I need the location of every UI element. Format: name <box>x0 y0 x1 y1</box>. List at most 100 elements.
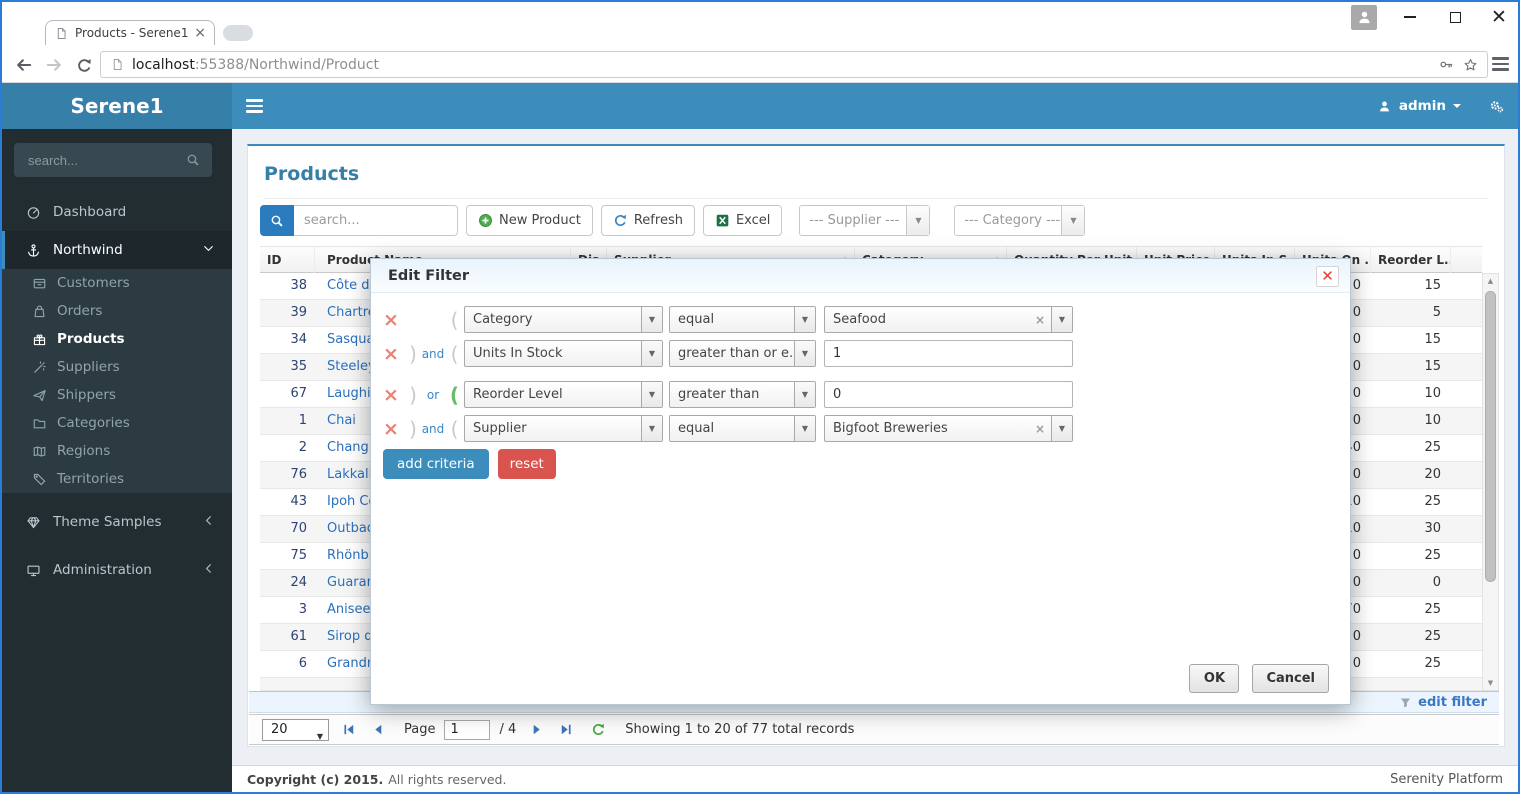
column-header-id[interactable]: ID <box>260 247 315 273</box>
sidebar-item-label: Orders <box>57 303 103 319</box>
remove-criteria-icon[interactable]: × <box>383 343 407 365</box>
dialog-header[interactable]: Edit Filter <box>371 259 1350 293</box>
criteria-field-select[interactable]: Units In Stock ▼ <box>464 340 663 367</box>
sidebar-item-label: Categories <box>57 415 130 431</box>
previous-page-button[interactable] <box>369 721 387 739</box>
browser-menu-icon[interactable] <box>1492 57 1509 71</box>
forward-button[interactable] <box>42 53 66 77</box>
browser-profile-icon[interactable] <box>1351 5 1377 30</box>
bookmark-star-icon[interactable] <box>1463 57 1478 72</box>
scrollbar-thumb[interactable] <box>1485 291 1496 582</box>
dropdown-arrow-icon: ▼ <box>641 382 662 407</box>
criteria-operator-select[interactable]: equal ▼ <box>669 306 816 333</box>
cancel-button[interactable]: Cancel <box>1252 664 1329 693</box>
cell-id: 43 <box>290 494 307 509</box>
browser-tab[interactable]: Products - Serene1 × <box>45 20 215 45</box>
cell-id: 1 <box>298 413 307 428</box>
remove-criteria-icon[interactable]: × <box>383 309 407 331</box>
user-icon <box>1377 99 1392 114</box>
dialog-close-icon[interactable]: ✕ <box>1316 266 1339 287</box>
tab-close-icon[interactable]: × <box>194 26 206 40</box>
sidebar-item-regions[interactable]: Regions <box>2 437 232 465</box>
vertical-scrollbar[interactable]: ▲ ▼ <box>1482 273 1499 691</box>
remove-criteria-icon[interactable]: × <box>383 384 407 406</box>
scroll-down-icon[interactable]: ▼ <box>1483 676 1498 690</box>
sidebar-item-label: Administration <box>53 562 152 578</box>
user-menu[interactable]: admin <box>1377 98 1461 114</box>
sidebar-toggle-icon[interactable] <box>246 99 263 113</box>
filter-criteria-row: ×) and (Supplier ▼ equal ▼ Bigfoot Breweries × ▼ <box>383 415 1073 442</box>
clear-icon[interactable]: × <box>1035 416 1045 441</box>
column-header-reorder-l[interactable]: Reorder L... <box>1371 247 1451 273</box>
criteria-field-select[interactable]: Category ▼ <box>464 306 663 333</box>
sidebar-item-label: Shippers <box>57 387 116 403</box>
remove-criteria-icon[interactable]: × <box>383 418 407 440</box>
dialog-actions: add criteria reset <box>383 449 556 479</box>
criteria-value-select[interactable]: Bigfoot Breweries × ▼ <box>824 415 1073 442</box>
chevron-left-icon <box>201 513 216 528</box>
sidebar-item-customers[interactable]: Customers <box>2 269 232 297</box>
cell-reorder-level: 25 <box>1424 494 1441 509</box>
last-page-button[interactable] <box>556 721 574 739</box>
clear-icon[interactable]: × <box>1035 307 1045 332</box>
back-button[interactable] <box>12 53 36 77</box>
sidebar-item-orders[interactable]: Orders <box>2 297 232 325</box>
criteria-value-input[interactable] <box>824 381 1073 408</box>
plus-circle-icon <box>478 213 493 228</box>
sidebar-search-input[interactable] <box>26 151 177 169</box>
new-tab-button[interactable] <box>223 25 253 41</box>
sidebar-item-dashboard[interactable]: Dashboard <box>2 193 232 231</box>
url-host: localhost <box>132 56 195 73</box>
sidebar-item-theme-samples[interactable]: Theme Samples <box>2 503 232 541</box>
page-size-select[interactable]: 20 ▼ <box>262 718 329 741</box>
edit-filter-link[interactable]: edit filter <box>1398 695 1487 710</box>
grid-toolbar: New Product Refresh Excel --- Supplier -… <box>260 205 1086 236</box>
window-close-button[interactable]: ✕ <box>1484 2 1514 32</box>
criteria-value-input[interactable] <box>824 340 1073 367</box>
chevron-down-icon <box>201 241 216 256</box>
criteria-operator-select[interactable]: greater than or e... ▼ <box>669 340 816 367</box>
brand-logo[interactable]: Serene1 <box>2 83 232 129</box>
sidebar-item-administration[interactable]: Administration <box>2 551 232 589</box>
quick-search-input[interactable] <box>294 205 458 236</box>
new-product-button[interactable]: New Product <box>466 205 593 236</box>
settings-gears-icon[interactable] <box>1489 99 1504 114</box>
scroll-up-icon[interactable]: ▲ <box>1483 274 1498 288</box>
minimize-button[interactable] <box>1395 2 1425 32</box>
criteria-operator-select[interactable]: greater than ▼ <box>669 381 816 408</box>
refresh-button[interactable]: Refresh <box>600 205 695 236</box>
cell-reorder-level: 15 <box>1424 278 1441 293</box>
sidebar-item-label: Theme Samples <box>53 514 162 530</box>
criteria-operator-select[interactable]: equal ▼ <box>669 415 816 442</box>
sidebar-item-northwind[interactable]: Northwind <box>2 231 232 269</box>
sidebar-item-shippers[interactable]: Shippers <box>2 381 232 409</box>
maximize-button[interactable] <box>1440 2 1470 32</box>
first-page-button[interactable] <box>340 721 358 739</box>
pager: 20▼ Page / 4 Showing 1 to 20 of 77 total… <box>249 714 1499 745</box>
criteria-field-select[interactable]: Supplier ▼ <box>464 415 663 442</box>
criteria-field-select[interactable]: Reorder Level ▼ <box>464 381 663 408</box>
dropdown-arrow-icon: ▼ <box>794 307 815 332</box>
page-number-input[interactable] <box>444 719 491 740</box>
sidebar-item-territories[interactable]: Territories <box>2 465 232 493</box>
sidebar-item-categories[interactable]: Categories <box>2 409 232 437</box>
url-bar[interactable]: localhost:55388/Northwind/Product <box>100 51 1488 78</box>
criteria-value-select[interactable]: Seafood × ▼ <box>824 306 1073 333</box>
category-filter-select[interactable]: --- Category --- ▼ <box>954 205 1086 236</box>
reload-button[interactable] <box>72 53 96 77</box>
next-page-button[interactable] <box>527 721 545 739</box>
cell-id: 67 <box>290 386 307 401</box>
sidebar-item-suppliers[interactable]: Suppliers <box>2 353 232 381</box>
cell-reorder-level: 25 <box>1424 548 1441 563</box>
dropdown-arrow-icon: ▼ <box>1061 206 1085 235</box>
supplier-filter-select[interactable]: --- Supplier --- ▼ <box>799 205 931 236</box>
reset-button[interactable]: reset <box>497 449 556 479</box>
add-criteria-button[interactable]: add criteria <box>383 449 489 479</box>
key-icon[interactable] <box>1439 57 1454 72</box>
ok-button[interactable]: OK <box>1189 664 1240 693</box>
pager-refresh-icon[interactable] <box>591 722 606 737</box>
quick-search-button[interactable] <box>260 205 294 236</box>
sidebar-item-products[interactable]: Products <box>2 325 232 353</box>
filter-criteria-row: ×) and (Units In Stock ▼ greater than or e..… <box>383 340 1073 367</box>
excel-export-button[interactable]: Excel <box>702 205 783 236</box>
